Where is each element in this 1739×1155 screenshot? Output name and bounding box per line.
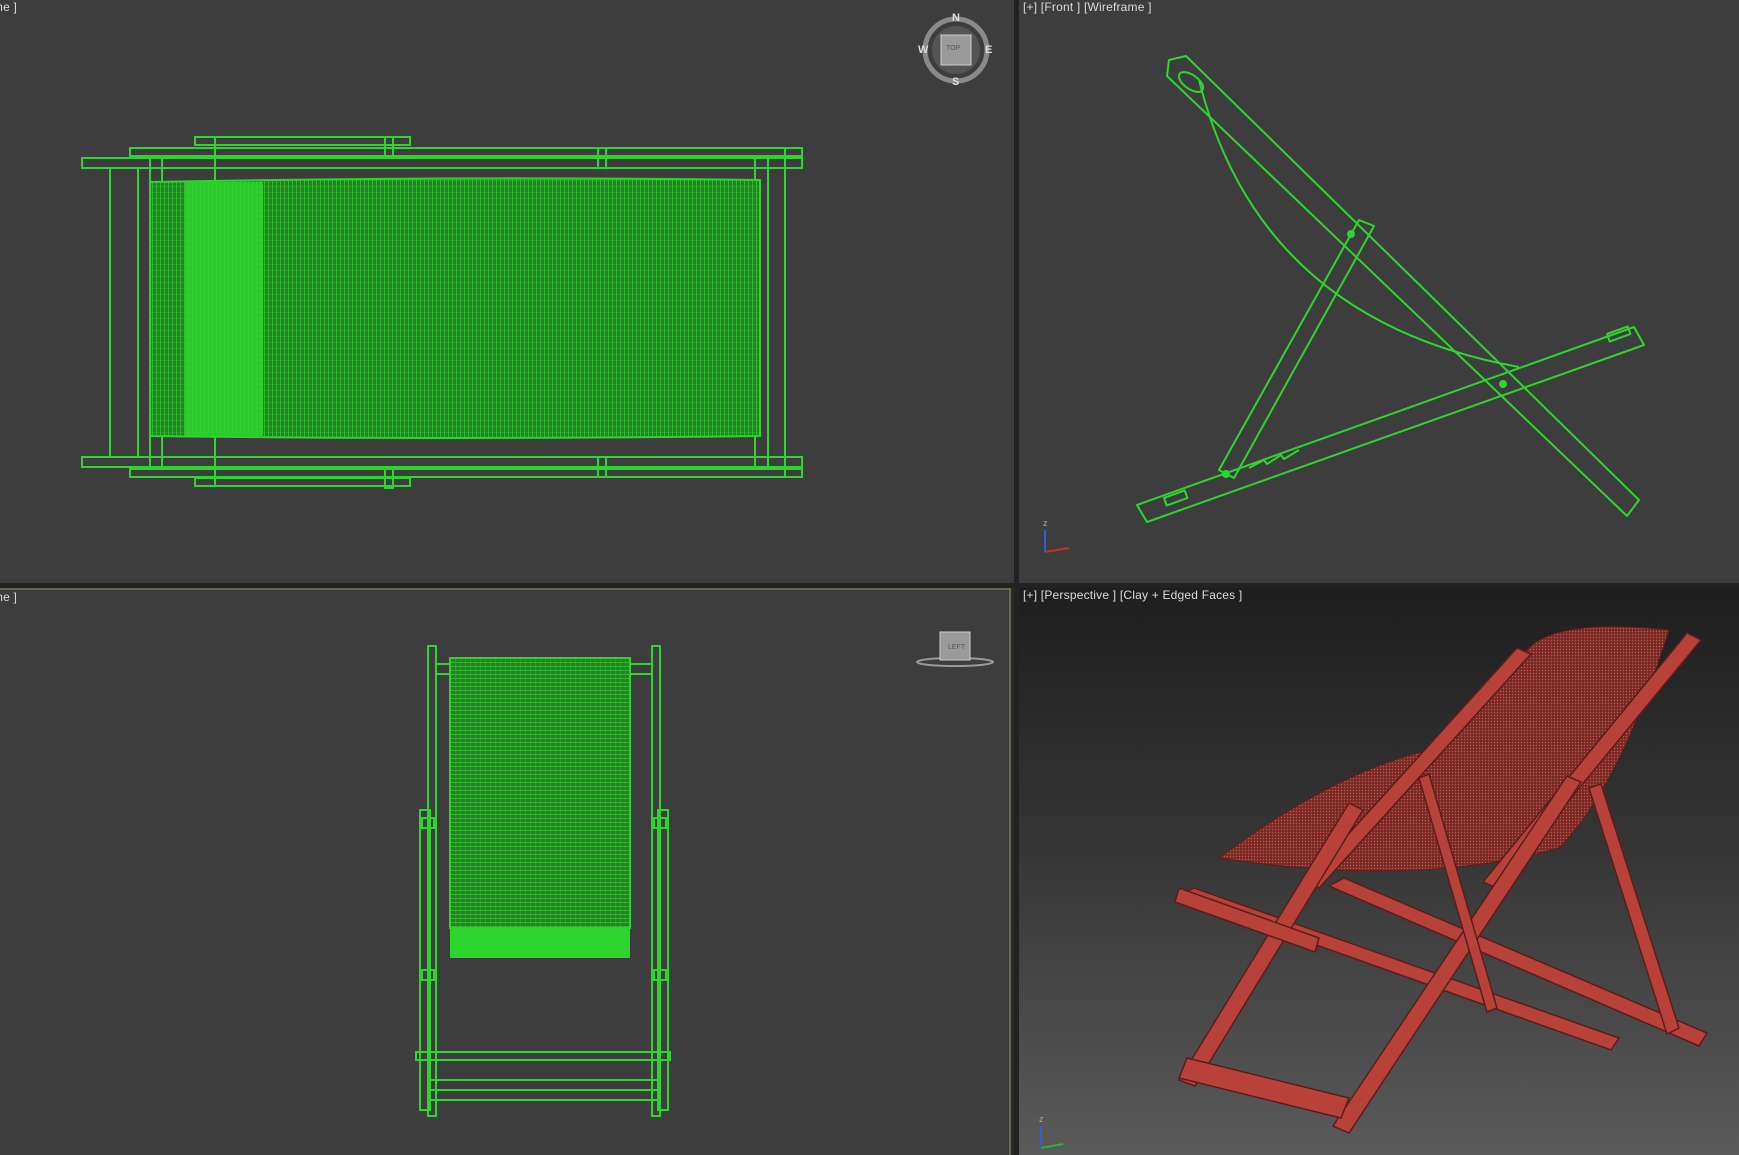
- front-view-wireframe: [1044, 55, 1645, 553]
- compass-n: N: [952, 12, 960, 24]
- compass-e: E: [985, 44, 993, 56]
- top-view-wireframe: [81, 16, 990, 489]
- compass-w: W: [918, 44, 929, 56]
- viewport-divider-horizontal[interactable]: [0, 583, 1739, 588]
- perspective-chair-render: [1040, 626, 1709, 1149]
- viewcube-left-label[interactable]: LEFT: [948, 644, 965, 651]
- axis-z-persp: z: [1039, 1114, 1044, 1124]
- viewport-top[interactable]: ame ]: [0, 0, 1014, 583]
- viewport-left[interactable]: ame ]: [0, 588, 1011, 1155]
- axis-tripod-icon: [1040, 1126, 1064, 1149]
- left-view-wireframe: [415, 631, 994, 1117]
- viewport-perspective[interactable]: [+] [Perspective ] [Clay + Edged Faces ]: [1019, 588, 1739, 1155]
- viewport-divider-vertical[interactable]: [1014, 0, 1019, 1155]
- viewport-front[interactable]: [+] [Front ] [Wireframe ] z: [1019, 0, 1739, 583]
- axis-tripod-icon: [1044, 530, 1070, 553]
- viewcube-label[interactable]: TOP: [946, 45, 960, 52]
- compass-s: S: [952, 76, 960, 88]
- axis-z: z: [1043, 518, 1048, 528]
